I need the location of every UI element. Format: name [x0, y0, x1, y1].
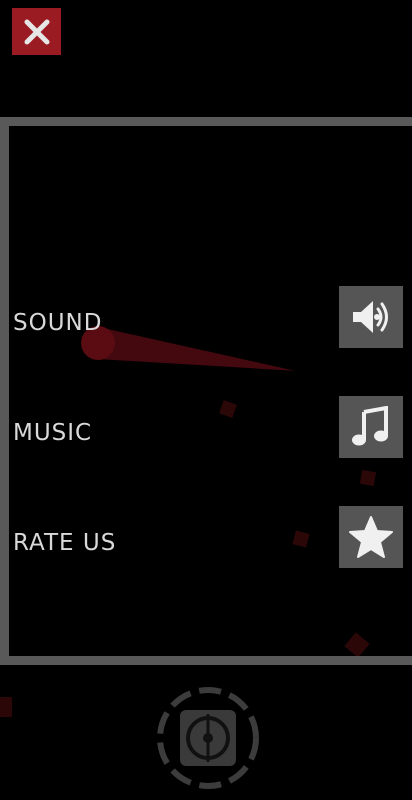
gamepad-button[interactable] [154, 684, 262, 792]
music-note-icon [352, 406, 388, 446]
music-label: MUSIC [13, 420, 93, 446]
close-button[interactable] [12, 8, 61, 55]
sound-toggle-button[interactable] [339, 286, 403, 348]
settings-panel: SOUND MUSIC RATE US [0, 117, 412, 665]
decor-square [359, 469, 377, 487]
music-toggle-button[interactable] [339, 396, 403, 458]
decor-square [0, 697, 12, 717]
star-icon [349, 516, 393, 558]
rate-us-label: RATE US [13, 530, 117, 556]
close-x-icon [24, 19, 49, 44]
sound-label: SOUND [13, 310, 103, 336]
gamepad-dial-icon [157, 687, 259, 789]
rate-us-button[interactable] [339, 506, 403, 568]
speaker-icon [353, 301, 388, 333]
decor-square [219, 400, 237, 418]
decor-square [344, 632, 370, 656]
decor-square [292, 530, 310, 548]
decor-streak-tail [94, 327, 298, 387]
